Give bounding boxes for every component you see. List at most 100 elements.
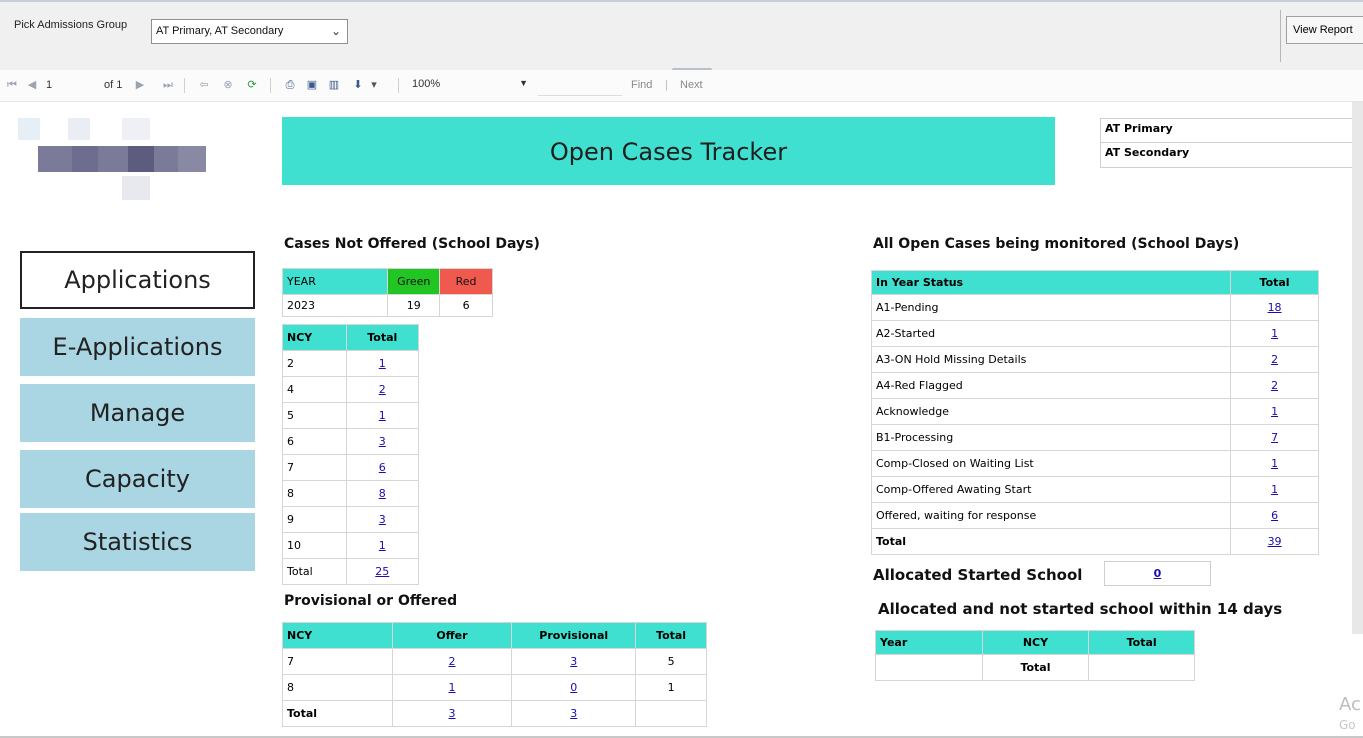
- next-link[interactable]: Next: [680, 79, 703, 91]
- table-row: 76: [282, 454, 420, 481]
- allocated-started-link[interactable]: 0: [1154, 567, 1162, 580]
- total-cell-link[interactable]: 25: [375, 565, 389, 578]
- total-cell-link[interactable]: 2: [1271, 379, 1278, 392]
- total-cell-link[interactable]: 8: [379, 487, 386, 500]
- print-icon[interactable]: ⎙: [282, 77, 298, 93]
- total-cell: 25: [345, 558, 420, 585]
- table-row: 42: [282, 376, 420, 403]
- table-cell: [1088, 654, 1195, 681]
- offer-cell-link[interactable]: 3: [449, 707, 456, 720]
- total-cell-link[interactable]: 1: [1271, 405, 1278, 418]
- total-cell: 1: [1230, 450, 1319, 477]
- previous-page-icon[interactable]: ◀: [24, 77, 40, 93]
- offer-cell-link[interactable]: 1: [449, 681, 456, 694]
- status-cell: Comp-Offered Awating Start: [870, 476, 1232, 503]
- total-cell-link[interactable]: 1: [379, 409, 386, 422]
- activation-watermark: Ac: [1339, 694, 1361, 715]
- total-cell: 2: [345, 376, 420, 403]
- cases-not-offered-title: Cases Not Offered (School Days): [284, 236, 540, 252]
- nav-manage[interactable]: Manage: [20, 384, 255, 442]
- find-input[interactable]: [538, 75, 622, 96]
- table-row: Comp-Offered Awating Start 1: [870, 476, 1319, 503]
- ncy-cell: 5: [282, 402, 347, 429]
- total-cell-link[interactable]: 6: [1271, 509, 1278, 522]
- toolbar-separator: [184, 78, 185, 93]
- column-header: NCY: [282, 622, 393, 649]
- column-header: NCY: [282, 324, 347, 351]
- admissions-group-value: AT Primary, AT Secondary: [156, 25, 284, 37]
- first-page-icon[interactable]: ⏮: [4, 77, 20, 93]
- total-cell-link[interactable]: 2: [1271, 353, 1278, 366]
- column-header: Year: [875, 630, 983, 655]
- table-row: A3-ON Hold Missing Details 2: [870, 346, 1319, 373]
- provisional-cell-link[interactable]: 3: [570, 655, 577, 668]
- provisional-cell-link[interactable]: 3: [570, 707, 577, 720]
- back-icon[interactable]: ⇦: [196, 77, 212, 93]
- ncy-cell: 6: [282, 428, 347, 455]
- monitored-cases-table: In Year Status Total A1-Pending 18 A2-Star…: [870, 270, 1319, 555]
- export-icon[interactable]: ⬇: [350, 77, 366, 93]
- not-started-table: Year NCY Total Total: [875, 630, 1195, 681]
- stop-icon[interactable]: ⊗: [220, 77, 236, 93]
- print-layout-icon[interactable]: ▣: [304, 77, 320, 93]
- column-header: NCY: [981, 630, 1090, 655]
- total-cell-link[interactable]: 1: [1271, 327, 1278, 340]
- table-row: Total 3 3: [282, 700, 707, 727]
- total-cell-link[interactable]: 6: [379, 461, 386, 474]
- total-cell-link[interactable]: 1: [1271, 483, 1278, 496]
- column-header: Total: [1230, 270, 1319, 295]
- view-report-button[interactable]: View Report: [1286, 16, 1363, 44]
- total-cell-link[interactable]: 18: [1268, 301, 1282, 314]
- total-cell: 18: [1230, 294, 1319, 321]
- nav-applications[interactable]: Applications: [20, 251, 255, 309]
- admissions-group-select[interactable]: AT Primary, AT Secondary ⌄: [151, 19, 348, 44]
- find-separator: |: [665, 79, 668, 91]
- column-header: YEAR: [281, 268, 389, 295]
- next-page-icon[interactable]: ▶: [132, 77, 148, 93]
- vertical-scrollbar[interactable]: [1352, 102, 1363, 634]
- total-cell: 39: [1230, 528, 1319, 555]
- total-cell-link[interactable]: 1: [379, 357, 386, 370]
- total-cell-link[interactable]: 39: [1268, 535, 1282, 548]
- total-label: Total: [981, 654, 1090, 681]
- page-setup-icon[interactable]: ▥: [326, 77, 342, 93]
- chevron-down-icon[interactable]: ▾: [366, 77, 382, 93]
- column-header: Total: [635, 622, 707, 649]
- chevron-down-icon: ⌄: [330, 24, 341, 38]
- nav-capacity[interactable]: Capacity: [20, 450, 255, 508]
- total-cell-link[interactable]: 2: [379, 383, 386, 396]
- ncy-cell: 4: [282, 376, 347, 403]
- offer-cell: 3: [391, 700, 513, 727]
- green-count: 19: [387, 294, 441, 317]
- nav-e-applications[interactable]: E-Applications: [20, 318, 255, 376]
- zoom-select[interactable]: 100% ▼: [412, 78, 528, 90]
- status-cell: Comp-Closed on Waiting List: [870, 450, 1232, 477]
- ncy-cell: 8: [282, 480, 347, 507]
- offer-cell-link[interactable]: 2: [449, 655, 456, 668]
- table-row: 8 1 0 1: [282, 674, 707, 701]
- organisation-logo: [18, 118, 208, 200]
- zoom-value: 100%: [412, 78, 441, 90]
- ncy-cell: Total: [282, 700, 393, 727]
- total-cell-link[interactable]: 1: [1271, 457, 1278, 470]
- page-number-input[interactable]: 1: [46, 79, 52, 91]
- find-link[interactable]: Find: [631, 79, 652, 91]
- refresh-icon[interactable]: ⟳: [244, 77, 260, 93]
- column-header: Offer: [391, 622, 513, 649]
- nav-statistics[interactable]: Statistics: [20, 513, 255, 571]
- table-row: A2-Started 1: [870, 320, 1319, 347]
- total-cell-link[interactable]: 1: [379, 539, 386, 552]
- provisional-cell: 3: [511, 700, 637, 727]
- provisional-cell: 3: [511, 648, 637, 675]
- total-cell: 3: [345, 428, 420, 455]
- selected-groups-list: AT Primary AT Secondary: [1100, 118, 1359, 168]
- provisional-cell-link[interactable]: 0: [570, 681, 577, 694]
- column-header: Total: [1088, 630, 1195, 655]
- table-cell: [875, 654, 983, 681]
- total-cell-link[interactable]: 7: [1271, 431, 1278, 444]
- total-cell-link[interactable]: 3: [379, 435, 386, 448]
- last-page-icon[interactable]: ⏭: [160, 77, 176, 93]
- total-cell-link[interactable]: 3: [379, 513, 386, 526]
- status-cell: B1-Processing: [870, 424, 1232, 451]
- table-row: 21: [282, 350, 420, 377]
